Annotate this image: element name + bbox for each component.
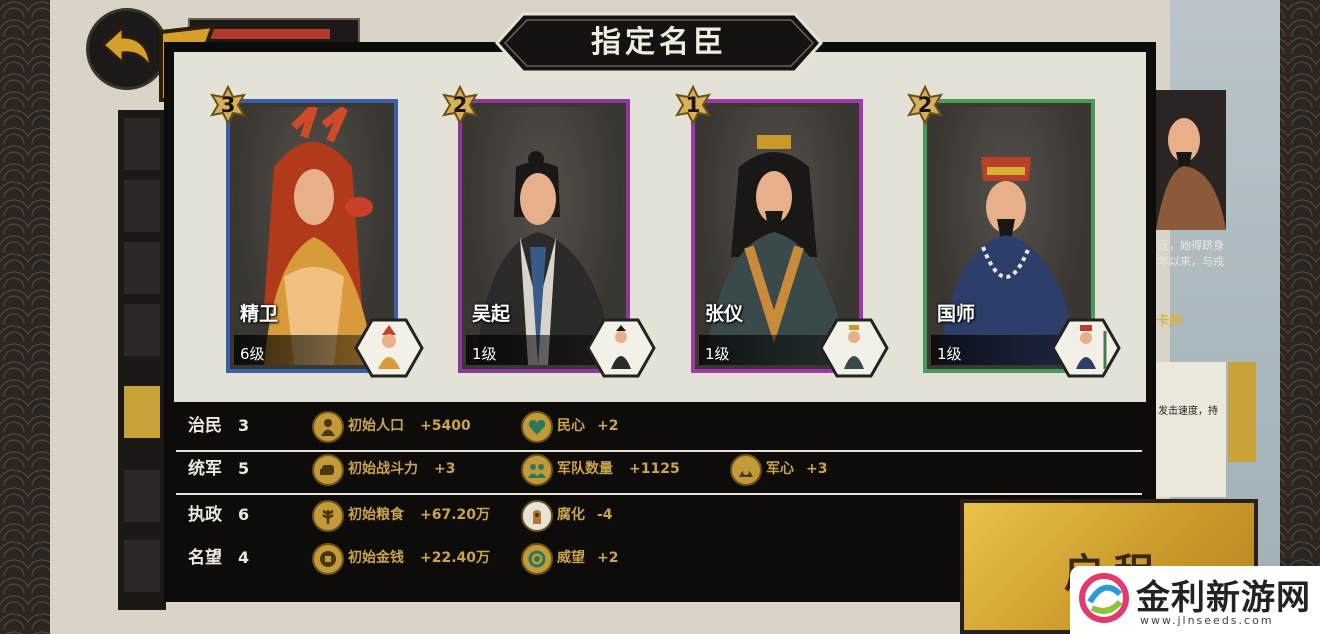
stat-value: 4 xyxy=(238,548,250,567)
rank-badge: 3 xyxy=(208,85,248,125)
rank-number: 2 xyxy=(917,93,933,117)
side-cards-label: 卡牌 xyxy=(1156,314,1183,329)
effect-value: +3 xyxy=(434,461,456,477)
stat-value: 5 xyxy=(238,459,250,478)
effect-value: +5400 xyxy=(420,418,471,434)
stat-category: 统军 xyxy=(188,459,222,479)
region-list xyxy=(118,110,166,610)
rank-badge: 2 xyxy=(905,85,945,125)
minister-name: 张仪 xyxy=(705,303,744,325)
modal-title: 指定名臣 xyxy=(591,25,727,60)
watermark-title: 金利新游网 xyxy=(1136,578,1311,618)
side-description: 迁，始得跻身 年以来，与戎 xyxy=(1158,238,1248,270)
coin-icon xyxy=(312,543,344,575)
rank-number: 2 xyxy=(452,93,468,117)
minister-level: 6级 xyxy=(240,345,265,363)
minister-level: 1级 xyxy=(705,345,730,363)
grain-icon xyxy=(312,500,344,532)
modal-title-plate: 指定名臣 xyxy=(483,12,835,74)
watermark: 金利新游网 www.jlnseeds.com xyxy=(1070,566,1320,634)
effect-value: +22.40万 xyxy=(420,550,491,566)
heart-icon xyxy=(521,411,553,443)
minister-card[interactable]: 国师 1级 2 xyxy=(907,85,1121,378)
stat-value: 6 xyxy=(238,505,250,524)
effect-label: 初始粮食 xyxy=(348,507,404,523)
minister-level: 1级 xyxy=(937,345,962,363)
stat-row-zhimin: 治民 3 初始人口 +5400 民心 +2 xyxy=(176,406,1156,446)
rank-badge: 2 xyxy=(440,85,480,125)
prestige-icon xyxy=(521,543,553,575)
effect-label: 军心 xyxy=(766,461,794,477)
effect-label: 初始人口 xyxy=(348,418,404,434)
region-slot-selected[interactable] xyxy=(124,386,160,438)
mini-figure-icon xyxy=(1051,318,1121,378)
mini-figure-icon xyxy=(586,318,656,378)
minister-name: 精卫 xyxy=(240,303,279,325)
stat-row-tongjun: 统军 5 初始战斗力 +3 军队数量 +1125 军心 +3 xyxy=(176,449,1156,489)
effect-label: 初始金钱 xyxy=(348,550,404,566)
minister-level: 1级 xyxy=(472,345,497,363)
back-arrow-icon xyxy=(100,23,153,70)
effect-label: 初始战斗力 xyxy=(348,461,418,477)
rank-number: 3 xyxy=(220,93,236,117)
region-slot[interactable] xyxy=(124,304,160,356)
army-icon xyxy=(521,454,553,486)
minister-name: 国师 xyxy=(937,303,976,325)
side-paper xyxy=(1156,362,1226,497)
side-paper-text: 发击速度，持 xyxy=(1158,406,1218,417)
stat-value: 3 xyxy=(238,416,250,435)
minister-card[interactable]: 精卫 6级 3 xyxy=(210,85,424,378)
region-slot[interactable] xyxy=(124,242,160,294)
effect-label: 军队数量 xyxy=(557,461,613,477)
stat-category: 执政 xyxy=(188,505,222,525)
effect-label: 民心 xyxy=(557,418,585,434)
region-slot[interactable] xyxy=(124,540,160,592)
rank-badge: 1 xyxy=(673,85,713,125)
side-gold-strip xyxy=(1228,362,1256,462)
stat-category: 治民 xyxy=(188,416,222,436)
effect-value: +2 xyxy=(597,418,619,434)
corruption-icon xyxy=(521,500,553,532)
effect-value: +1125 xyxy=(629,461,680,477)
progress-bar xyxy=(210,29,330,39)
rank-number: 1 xyxy=(685,93,701,117)
effect-label: 威望 xyxy=(557,550,585,566)
mini-figure-icon xyxy=(819,318,889,378)
minister-card[interactable]: 张仪 1级 1 xyxy=(675,85,889,378)
effect-value: +67.20万 xyxy=(420,507,491,523)
minister-name: 吴起 xyxy=(472,303,511,325)
watermark-url: www.jlnseeds.com xyxy=(1140,614,1274,627)
region-slot[interactable] xyxy=(124,118,160,170)
stat-category: 名望 xyxy=(188,548,222,568)
region-slot[interactable] xyxy=(124,470,160,522)
morale-icon xyxy=(730,454,762,486)
effect-value: +3 xyxy=(806,461,828,477)
stat-row-mingwang: 名望 4 初始金钱 +22.40万 威望 +2 xyxy=(176,538,956,578)
effect-label: 腐化 xyxy=(557,507,585,523)
effect-value: +2 xyxy=(597,550,619,566)
mini-figure-icon xyxy=(354,318,424,378)
population-icon xyxy=(312,411,344,443)
effect-value: -4 xyxy=(597,507,613,523)
fist-icon xyxy=(312,454,344,486)
site-logo-icon xyxy=(1079,573,1129,623)
side-portrait xyxy=(1156,90,1226,230)
side-text-line: 年以来，与戎 xyxy=(1158,255,1224,268)
minister-card[interactable]: 吴起 1级 2 xyxy=(442,85,656,378)
side-text-line: 迁，始得跻身 xyxy=(1158,239,1224,252)
region-slot[interactable] xyxy=(124,180,160,232)
